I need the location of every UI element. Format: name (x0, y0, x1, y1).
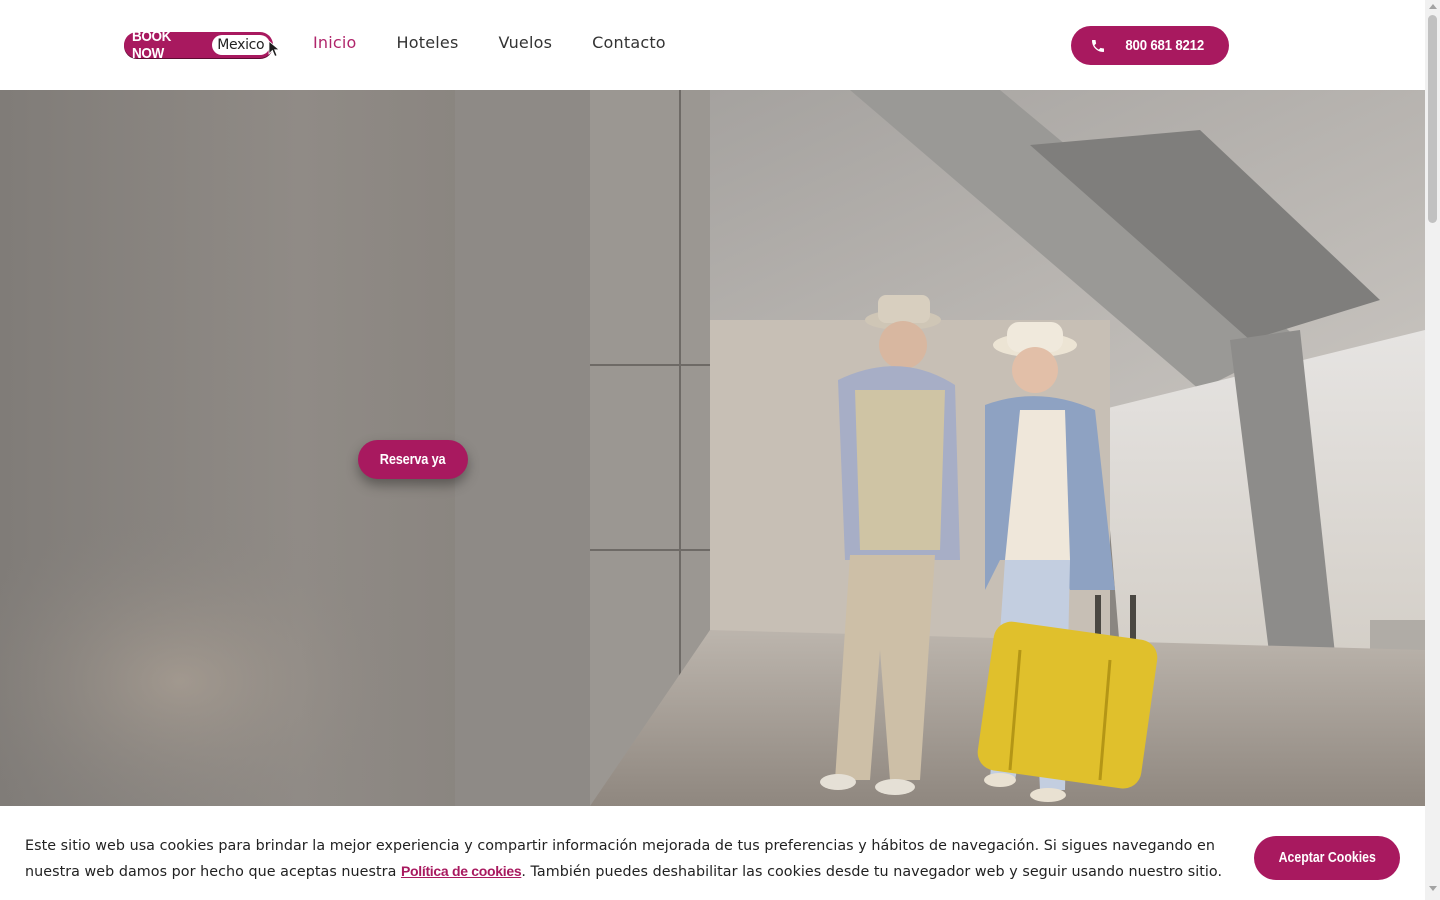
cookie-banner: Este sitio web usa cookies para brindar … (0, 806, 1425, 900)
brand-logo[interactable]: BOOK NOW Mexico (124, 28, 282, 62)
phone-number: 800 681 8212 (1125, 37, 1205, 54)
logo-pill: BOOK NOW Mexico (124, 28, 274, 62)
nav-item-hoteles[interactable]: Hoteles (397, 33, 459, 52)
hero-image (0, 90, 1425, 806)
reserva-ya-button[interactable]: Reserva ya (358, 440, 468, 479)
reserva-ya-label: Reserva ya (380, 451, 446, 468)
nav-item-inicio[interactable]: Inicio (313, 33, 357, 52)
accept-cookies-label: Aceptar Cookies (1278, 850, 1376, 866)
nav-item-contacto[interactable]: Contacto (592, 33, 666, 52)
hero-section: Reserva ya (0, 90, 1425, 806)
logo-text-mexico: Mexico (212, 35, 271, 55)
cursor-icon (268, 40, 281, 57)
cookie-text-after: . También puedes deshabilitar las cookie… (521, 864, 1223, 880)
nav-item-vuelos[interactable]: Vuelos (499, 33, 553, 52)
scroll-down-arrow-icon[interactable] (1429, 886, 1437, 891)
main-nav: Inicio Hoteles Vuelos Contacto (313, 33, 666, 52)
scrollbar-thumb[interactable] (1428, 15, 1437, 223)
cookie-policy-link[interactable]: Política de cookies (401, 863, 522, 879)
phone-call-button[interactable]: 800 681 8212 (1071, 26, 1229, 65)
accept-cookies-button[interactable]: Aceptar Cookies (1254, 836, 1400, 880)
phone-icon (1092, 39, 1105, 52)
site-header: BOOK NOW Mexico Inicio Hoteles Vuelos Co… (0, 0, 1425, 90)
cookie-message: Este sitio web usa cookies para brindar … (25, 834, 1235, 885)
page-scrollbar[interactable] (1425, 0, 1440, 900)
logo-text-book-now: BOOK NOW (132, 28, 172, 62)
scroll-up-arrow-icon[interactable] (1429, 4, 1437, 9)
